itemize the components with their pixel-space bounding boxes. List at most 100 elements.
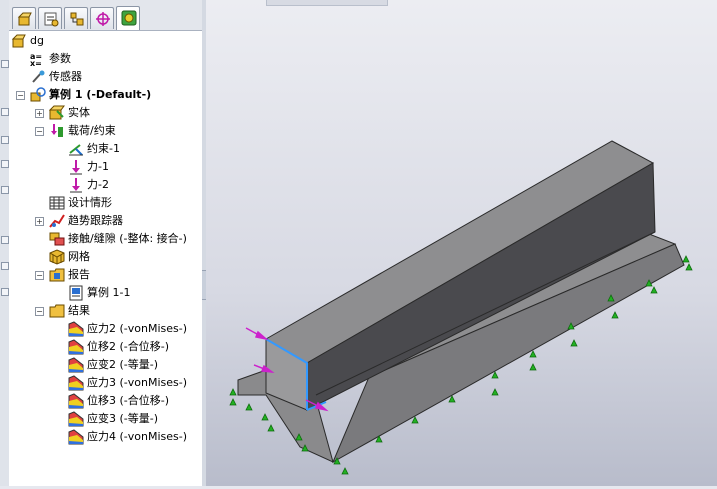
fixture-icon <box>69 144 83 156</box>
tree-item-mesh[interactable]: 网格 <box>9 248 199 266</box>
collapse-icon[interactable]: − <box>35 307 44 316</box>
tree-item-sensors[interactable]: 传感器 <box>9 68 199 86</box>
tree-item-report[interactable]: − 报告 <box>9 266 199 284</box>
force-arrow-icon <box>70 178 82 193</box>
trend-tracker-icon <box>49 214 65 228</box>
strip-icon[interactable] <box>1 136 9 144</box>
result-item[interactable]: 位移2 (-合位移-) <box>9 338 199 356</box>
collapse-icon[interactable]: − <box>35 127 44 136</box>
loads-fixtures-icon <box>51 124 63 137</box>
tree-item-label: 应变3 (-等量-) <box>87 412 159 425</box>
result-plot-icon <box>68 321 84 337</box>
sensor-icon <box>32 70 45 83</box>
result-item[interactable]: 应力4 (-vonMises-) <box>9 428 199 446</box>
tree-item-report-study[interactable]: 算例 1-1 <box>9 284 199 302</box>
simulation-tab[interactable] <box>116 6 140 30</box>
result-plot-icon <box>68 393 84 409</box>
tree-item-loads[interactable]: − 载荷/约束 <box>9 122 199 140</box>
study-icon <box>30 87 46 102</box>
strip-icon[interactable] <box>1 186 9 194</box>
propertymanager-icon <box>44 12 59 27</box>
tree-item-label: 设计情形 <box>68 196 112 209</box>
result-item[interactable]: 应变2 (-等量-) <box>9 356 199 374</box>
tree-item-label: dg <box>30 34 44 47</box>
strip-icon[interactable] <box>1 236 9 244</box>
configurationmanager-tab[interactable] <box>64 7 88 29</box>
result-item[interactable]: 应变3 (-等量-) <box>9 410 199 428</box>
tree-item-study[interactable]: − 算例 1 (-Default-) <box>9 86 199 104</box>
tree-item-label: 接触/缝隙 (-整体: 接合-) <box>68 232 187 245</box>
tree-item-label: 报告 <box>68 268 90 281</box>
feature-tree: dg a= x= 参数 传感器 − 算例 1 (-Default-) + 实体 −… <box>9 31 202 486</box>
collapse-icon[interactable]: − <box>35 271 44 280</box>
propertymanager-tab[interactable] <box>38 7 62 29</box>
tree-item-label: 传感器 <box>49 70 82 83</box>
mesh-icon <box>49 249 65 265</box>
heads-up-toolbar-edge <box>266 0 388 6</box>
report-document-icon <box>69 285 83 301</box>
tree-item-parameters[interactable]: a= x= 参数 <box>9 50 199 68</box>
force-arrow-icon <box>70 160 82 175</box>
tree-item-label: 趋势跟踪器 <box>68 214 123 227</box>
featuremanager-icon <box>17 12 32 26</box>
tree-item-label: 应力2 (-vonMises-) <box>87 322 188 335</box>
expand-icon[interactable]: + <box>35 217 44 226</box>
tree-item-label: 算例 1-1 <box>87 286 131 299</box>
tree-item-contact[interactable]: 接触/缝隙 (-整体: 接合-) <box>9 230 199 248</box>
strip-icon[interactable] <box>1 160 9 168</box>
tree-item-label: 位移3 (-合位移-) <box>87 394 170 407</box>
result-item[interactable]: 应力3 (-vonMises-) <box>9 374 199 392</box>
tree-item-force-2[interactable]: 力-2 <box>9 176 199 194</box>
simulation-icon <box>121 10 137 26</box>
tree-item-label: 结果 <box>68 304 90 317</box>
parameters-icon: a=x= <box>30 52 42 67</box>
tree-item-label: 位移2 (-合位移-) <box>87 340 170 353</box>
feature-manager-panel: dg a= x= 参数 传感器 − 算例 1 (-Default-) + 实体 −… <box>9 0 203 486</box>
result-plot-icon <box>68 357 84 373</box>
solid-icon <box>49 105 65 120</box>
result-plot-icon <box>68 411 84 427</box>
strip-icon[interactable] <box>1 108 9 116</box>
result-plot-icon <box>68 429 84 445</box>
result-plot-icon <box>68 339 84 355</box>
tree-item-results[interactable]: − 结果 <box>9 302 199 320</box>
part-icon <box>11 34 26 48</box>
model-view <box>229 140 693 475</box>
result-item[interactable]: 位移3 (-合位移-) <box>9 392 199 410</box>
tree-item-force-1[interactable]: 力-1 <box>9 158 199 176</box>
tree-item-label: 网格 <box>68 250 90 263</box>
result-item[interactable]: 应力2 (-vonMises-) <box>9 320 199 338</box>
report-folder-icon <box>49 268 65 282</box>
tree-item-fixture[interactable]: 约束-1 <box>9 140 199 158</box>
tree-item-design-scenario[interactable]: 设计情形 <box>9 194 199 212</box>
strip-icon[interactable] <box>1 288 9 296</box>
tree-item-label: 载荷/约束 <box>68 124 116 137</box>
tree-item-label: 约束-1 <box>87 142 120 155</box>
table-icon <box>49 196 65 210</box>
graphics-viewport[interactable] <box>206 0 717 486</box>
tree-item-label: 应力4 (-vonMises-) <box>87 430 188 443</box>
tree-item-label: 参数 <box>49 52 71 65</box>
strip-icon[interactable] <box>1 262 9 270</box>
tree-item-trend-tracker[interactable]: + 趋势跟踪器 <box>9 212 199 230</box>
tree-item-label: 应变2 (-等量-) <box>87 358 159 371</box>
configurationmanager-icon <box>70 12 84 26</box>
tree-item-label: 力-1 <box>87 160 109 173</box>
tree-item-label: 应力3 (-vonMises-) <box>87 376 188 389</box>
tree-item-label: 算例 1 (-Default-) <box>49 88 152 101</box>
svg-text:x=: x= <box>30 59 42 67</box>
result-plot-icon <box>68 375 84 391</box>
dimxpert-icon <box>96 12 110 26</box>
panel-tab-bar <box>9 0 202 31</box>
featuremanager-tab[interactable] <box>12 7 36 29</box>
tree-item-solid[interactable]: + 实体 <box>9 104 199 122</box>
tree-item-label: 实体 <box>68 106 90 119</box>
expand-icon[interactable]: + <box>35 109 44 118</box>
tree-item-label: 力-2 <box>87 178 109 191</box>
dimxpert-tab[interactable] <box>90 7 114 29</box>
strip-icon[interactable] <box>1 60 9 68</box>
contact-icon <box>49 232 65 246</box>
tree-item-root[interactable]: dg <box>9 32 199 50</box>
collapse-icon[interactable]: − <box>16 91 25 100</box>
results-folder-icon <box>49 304 65 318</box>
